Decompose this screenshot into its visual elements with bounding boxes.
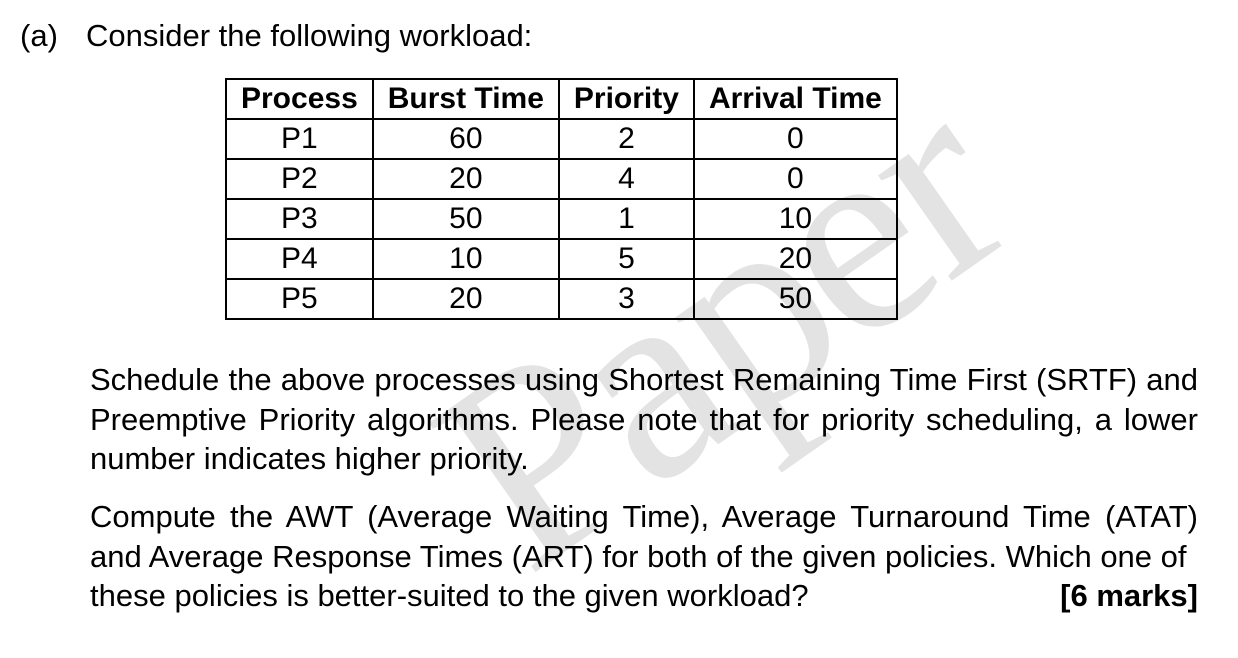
paragraph-2-lastline-row: these policies is better-suited to the g…	[90, 576, 1198, 616]
header-process: Process	[226, 79, 373, 119]
table-row: P5 20 3 50	[226, 279, 897, 319]
question-intro: Consider the following workload:	[86, 18, 532, 54]
header-arrival-time: Arrival Time	[694, 79, 897, 119]
cell-burst: 10	[373, 239, 559, 279]
cell-process: P2	[226, 159, 373, 199]
cell-priority: 4	[559, 159, 694, 199]
paragraph-2: Compute the AWT (Average Waiting Time), …	[20, 497, 1198, 616]
question-content: (a) Consider the following workload: Pro…	[20, 18, 1198, 616]
table-row: P3 50 1 10	[226, 199, 897, 239]
table-wrapper: Process Burst Time Priority Arrival Time…	[20, 78, 1198, 320]
cell-priority: 5	[559, 239, 694, 279]
workload-table: Process Burst Time Priority Arrival Time…	[225, 78, 898, 320]
cell-priority: 3	[559, 279, 694, 319]
paragraph-1: Schedule the above processes using Short…	[20, 360, 1198, 479]
cell-process: P1	[226, 119, 373, 159]
header-priority: Priority	[559, 79, 694, 119]
table-row: P2 20 4 0	[226, 159, 897, 199]
cell-process: P3	[226, 199, 373, 239]
cell-process: P5	[226, 279, 373, 319]
cell-arrival: 10	[694, 199, 897, 239]
cell-burst: 20	[373, 279, 559, 319]
table-row: P1 60 2 0	[226, 119, 897, 159]
question-label: (a)	[20, 18, 68, 54]
cell-burst: 20	[373, 159, 559, 199]
table-header-row: Process Burst Time Priority Arrival Time	[226, 79, 897, 119]
cell-arrival: 0	[694, 159, 897, 199]
cell-arrival: 20	[694, 239, 897, 279]
cell-burst: 50	[373, 199, 559, 239]
cell-priority: 2	[559, 119, 694, 159]
table-row: P4 10 5 20	[226, 239, 897, 279]
paragraph-2-lastline: these policies is better-suited to the g…	[90, 576, 809, 616]
cell-arrival: 50	[694, 279, 897, 319]
paragraph-2-text: Compute the AWT (Average Waiting Time), …	[90, 499, 1198, 574]
cell-priority: 1	[559, 199, 694, 239]
cell-process: P4	[226, 239, 373, 279]
marks-label: [6 marks]	[1060, 576, 1198, 616]
cell-burst: 60	[373, 119, 559, 159]
question-header: (a) Consider the following workload:	[20, 18, 1198, 54]
cell-arrival: 0	[694, 119, 897, 159]
header-burst-time: Burst Time	[373, 79, 559, 119]
